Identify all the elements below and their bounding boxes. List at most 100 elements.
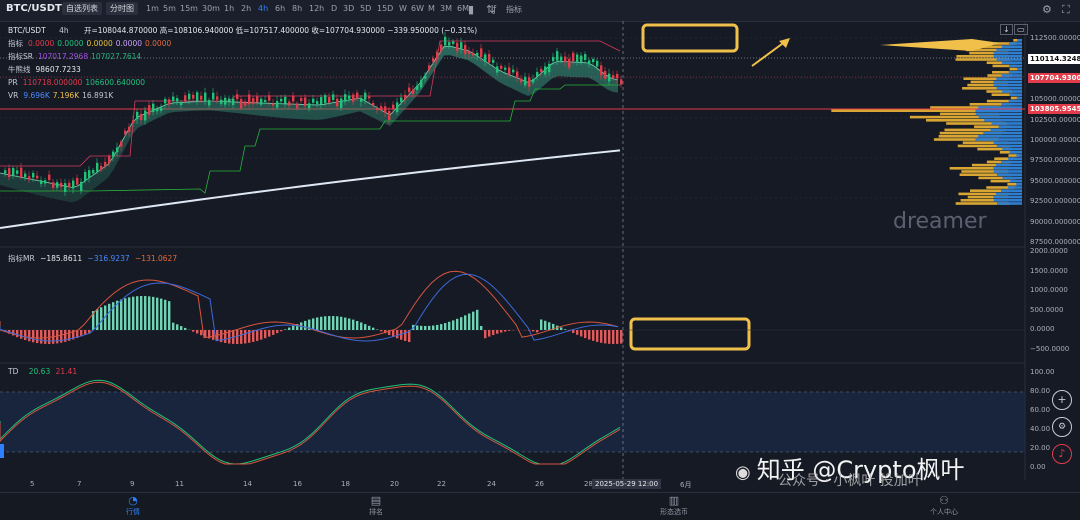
chart-pie-icon: ◔ [103, 495, 163, 507]
macd-bar [320, 317, 322, 330]
nav-profile[interactable]: ⚇个人中心 [914, 495, 974, 517]
nav-ranking[interactable]: ▤排名 [346, 495, 406, 517]
interval-2h[interactable]: 2h [241, 4, 251, 13]
candle-icon[interactable]: ▮ [468, 3, 474, 16]
macd-bar [260, 330, 262, 340]
axis-tick-label: 100.00 [1030, 368, 1055, 376]
candle-body [304, 97, 306, 106]
nav-market[interactable]: ◔行情 [103, 495, 163, 517]
macd-bar [24, 330, 26, 340]
macd-bar [564, 329, 566, 330]
interval-15D[interactable]: 15D [377, 4, 393, 13]
macd-bar [100, 307, 102, 330]
macd-bar [272, 330, 274, 335]
interval-3M[interactable]: 3M [440, 4, 452, 13]
interval-3D[interactable]: 3D [343, 4, 354, 13]
profile-bar-blue [1002, 61, 1022, 64]
indicator-button[interactable]: 指标 [506, 4, 522, 15]
profile-bar-blue [992, 122, 1022, 125]
volume-profile [831, 39, 1022, 205]
interval-6W[interactable]: 6W [411, 4, 424, 13]
candle-body [456, 43, 458, 51]
indicator-icon[interactable]: ƒ [493, 5, 496, 15]
candle-body [492, 60, 494, 63]
signal-line [0, 274, 618, 341]
candle-body [340, 99, 342, 108]
candle-body [216, 96, 218, 99]
axis-tick-label: 40.00 [1030, 425, 1050, 433]
candle-body [8, 168, 10, 177]
candle-body [84, 172, 86, 181]
top-toolbar: BTC/USDT 自选列表 分时图 1m 5m 15m 30m 1h 2h 4h 6h 8h 12… [0, 0, 1080, 22]
candle-body [284, 97, 286, 104]
interval-15m[interactable]: 15m [180, 4, 198, 13]
macd-bar [288, 328, 290, 330]
layout-icon[interactable]: ▭ [1014, 24, 1028, 35]
axis-tick-label: 92500.000000 [1030, 197, 1080, 205]
candle-body [248, 94, 250, 104]
interval-W[interactable]: W [399, 4, 407, 13]
interval-5D[interactable]: 5D [360, 4, 371, 13]
macd-bar [196, 330, 198, 333]
symbol-label[interactable]: BTC/USDT [6, 3, 62, 14]
profile-bar-blue [1009, 71, 1022, 74]
alert-icon[interactable]: ♪ [1052, 444, 1072, 464]
profile-bar-blue [1016, 183, 1022, 186]
profile-bar-blue [1003, 177, 1022, 180]
legend-row-value: 0.0000 [57, 39, 83, 48]
macd-bar [144, 296, 146, 330]
macd-bar [596, 330, 598, 342]
time-tick-label: 22 [437, 480, 446, 488]
interval-30m[interactable]: 30m [202, 4, 220, 13]
nav-pattern[interactable]: ▥形态选币 [644, 495, 704, 517]
macd-bar [172, 323, 174, 330]
interval-M[interactable]: M [428, 4, 435, 13]
interval-12h[interactable]: 12h [309, 4, 324, 13]
macd-bar [436, 325, 438, 330]
candle-body [76, 178, 78, 185]
candle-body [180, 102, 182, 105]
macd-bar [312, 318, 314, 330]
profile-bar-blue [1008, 186, 1022, 189]
macd-bar [16, 330, 18, 337]
macd-bar [444, 323, 446, 330]
interval-5m[interactable]: 5m [163, 4, 176, 13]
settings-icon[interactable]: ⚙ [1042, 3, 1052, 16]
profile-bar-blue [1009, 65, 1022, 68]
time-tick-label: 26 [535, 480, 544, 488]
macd-bar [280, 330, 282, 331]
tab-watchlist[interactable]: 自选列表 [62, 2, 102, 15]
legend-row: PR110718.000000106600.640000 [8, 78, 148, 87]
candle-body [604, 71, 606, 79]
macd-bar [108, 304, 110, 330]
time-tick-label: 18 [341, 480, 350, 488]
candle-body [428, 65, 430, 70]
candle-body [24, 174, 26, 178]
candle-body [68, 183, 70, 188]
gear-icon[interactable]: ⚙ [1052, 417, 1072, 437]
macd-bar [324, 316, 326, 330]
interval-D[interactable]: D [331, 4, 337, 13]
axis-tick-label: 20.00 [1030, 444, 1050, 452]
interval-1m[interactable]: 1m [146, 4, 159, 13]
macd-bar [284, 329, 286, 330]
interval-8h[interactable]: 8h [292, 4, 302, 13]
interval-4h[interactable]: 4h [258, 4, 268, 13]
axis-tick-label: 90000.000000 [1030, 218, 1080, 226]
macd-bar [620, 330, 622, 344]
download-icon[interactable]: ↓ [1000, 24, 1013, 35]
macd-bar [348, 318, 350, 330]
interval-1h[interactable]: 1h [224, 4, 234, 13]
candle-body [96, 163, 98, 172]
add-icon[interactable]: + [1052, 390, 1072, 410]
legend-row-value: 110718.000000 [23, 78, 83, 87]
fullscreen-icon[interactable]: ⛶ [1062, 3, 1070, 17]
interval-6h[interactable]: 6h [275, 4, 285, 13]
macd-bar [492, 330, 494, 335]
macd-bar [420, 326, 422, 330]
axis-tick-label: 102500.000000 [1030, 116, 1080, 124]
candle-body [588, 60, 590, 64]
macd-bar [132, 297, 134, 330]
tab-timeshare[interactable]: 分时图 [106, 2, 138, 15]
macd-bar [56, 330, 58, 343]
